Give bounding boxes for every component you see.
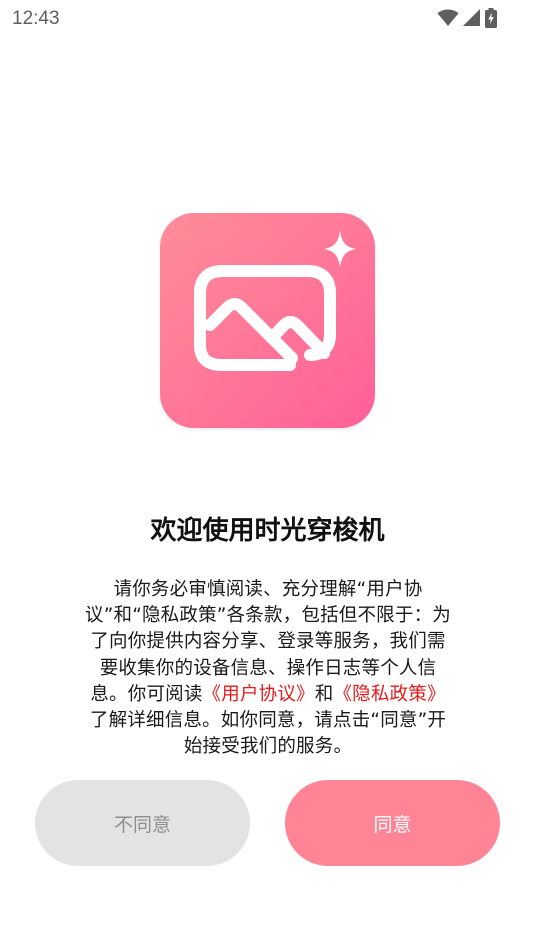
battery-charging-icon xyxy=(485,8,497,28)
cellular-signal-icon xyxy=(463,9,481,27)
notice-and-text: 和 xyxy=(314,683,334,705)
agree-button-label: 同意 xyxy=(373,813,412,836)
agree-button[interactable]: 同意 xyxy=(285,780,500,866)
welcome-title: 欢迎使用时光穿梭机 xyxy=(150,516,385,546)
user-agreement-link[interactable]: 《用户协议》 xyxy=(203,684,315,705)
privacy-policy-link[interactable]: 《隐私政策》 xyxy=(333,684,445,705)
notice-outro-text: 了解详细信息。如你同意，请点击“同意”开始接受我们的服务。 xyxy=(89,710,447,758)
app-logo xyxy=(160,213,375,428)
disagree-button[interactable]: 不同意 xyxy=(35,780,250,866)
privacy-notice-text: 请你务必审慎阅读、充分理解“用户协议”和“隐私政策”各条款，包括但不限于：为了向… xyxy=(82,577,454,760)
status-bar: 12:43 xyxy=(0,0,535,38)
status-time: 12:43 xyxy=(12,8,60,29)
wifi-icon xyxy=(437,9,459,27)
privacy-consent-screen: 12:43 欢迎使用时光穿梭机 请你务必审慎阅读、充分理解“用户协议”和“隐私政… xyxy=(0,0,535,951)
status-icons xyxy=(437,8,497,28)
disagree-button-label: 不同意 xyxy=(113,813,171,836)
